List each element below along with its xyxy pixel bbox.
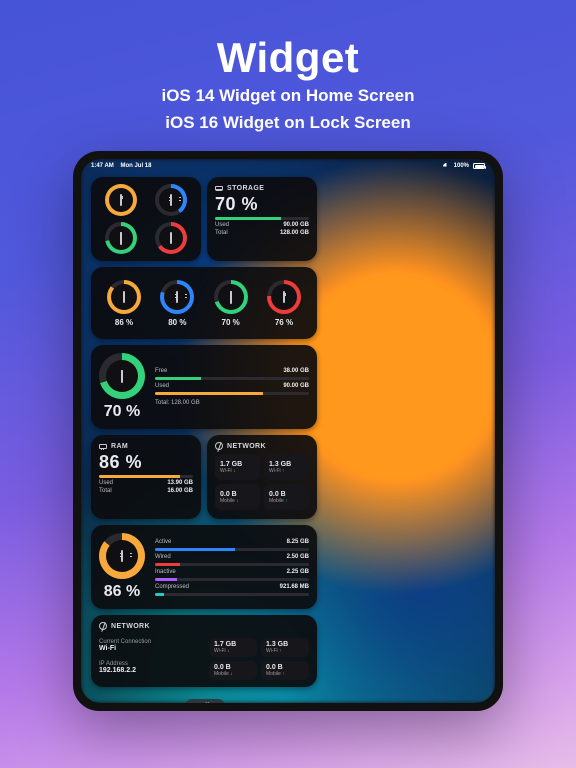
net-cell-wi-fi-up: 1.3 GBWi-Fi ↑ [264, 454, 309, 480]
cpu-label: 80 % [168, 318, 186, 327]
widget-title: RAM [111, 443, 128, 450]
cpu-col: 80 % [160, 280, 194, 327]
battery-col: 76 % [267, 280, 301, 327]
used-label: Used [99, 480, 113, 486]
net-cell-mobile-up: 0.0 BMobile ↑ [264, 484, 309, 510]
ram-pct: 86 % [99, 452, 193, 473]
status-left: 1:47 AM Mon Jul 18 [91, 163, 151, 169]
cpu-ring [160, 280, 194, 314]
widget-rings-2x2[interactable] [91, 177, 201, 261]
globe-icon [215, 442, 223, 450]
storage-row-free: Free38.00 GB [155, 368, 309, 380]
status-time: 1:47 AM [91, 163, 114, 169]
storage-ring [99, 353, 145, 399]
status-battery-pct: 100% [454, 163, 469, 169]
ram-label: 86 % [115, 318, 133, 327]
globe-icon [99, 622, 107, 630]
battery-ring [267, 280, 301, 314]
storage-col: 70 % [214, 280, 248, 327]
ram-icon [99, 442, 107, 450]
storage-label: 70 % [222, 318, 240, 327]
status-right: 100% [443, 163, 485, 170]
storage-ring [105, 222, 137, 254]
widget-network-wide[interactable]: NETWORK Current ConnectionWi-Fi IP Addre… [91, 615, 317, 687]
disk-icon [215, 184, 223, 192]
widget-title: STORAGE [227, 185, 264, 192]
conn-val: Wi-Fi [99, 645, 199, 652]
storage-pct: 70 % [215, 194, 309, 215]
arrow-down-icon: ↓ [230, 671, 233, 677]
ip-val: 192.168.2.2 [99, 667, 199, 674]
net-cell-mobile-up: 0.0 BMobile ↑ [261, 661, 309, 680]
widget-title: NETWORK [227, 443, 266, 450]
edit-button[interactable]: Edit [185, 699, 225, 703]
storage-total: Total: 128.00 GB [155, 400, 309, 406]
network-info: Current ConnectionWi-Fi IP Address192.16… [99, 634, 199, 678]
status-bar: 1:47 AM Mon Jul 18 100% [81, 159, 495, 173]
widget-network-small[interactable]: NETWORK 1.7 GBWi-Fi ↓1.3 GBWi-Fi ↑0.0 BM… [207, 435, 317, 519]
ram-row-compressed: Compressed921.68 MB [155, 584, 309, 596]
arrow-down-icon: ↓ [236, 498, 239, 504]
ram-row-active: Active8.25 GB [155, 539, 309, 551]
ram-ring [155, 222, 187, 254]
arrow-up-icon: ↑ [285, 498, 288, 504]
battery-ring [105, 184, 137, 216]
battery-icon [473, 163, 485, 169]
storage-bar [215, 217, 309, 220]
cpu-ring [155, 184, 187, 216]
arrow-up-icon: ↑ [279, 648, 282, 654]
widget-title: NETWORK [111, 623, 150, 630]
total-label: Total [99, 488, 112, 494]
ram-ring [107, 280, 141, 314]
battery-label: 76 % [275, 318, 293, 327]
marketing-hero: Widget iOS 14 Widget on Home Screen iOS … [161, 0, 414, 151]
storage-ring [214, 280, 248, 314]
widget-storage-small[interactable]: STORAGE 70 % Used 90.00 GB Total 128.00 GB [207, 177, 317, 261]
widget-storage-wide[interactable]: 70 % Free38.00 GB Used90.00 GB Total: 128.… [91, 345, 317, 429]
ipad-screen: 1:47 AM Mon Jul 18 100% STORAGE 70 % Use… [81, 159, 495, 703]
hero-line-1: iOS 14 Widget on Home Screen [161, 84, 414, 109]
net-cell-mobile-down: 0.0 BMobile ↓ [215, 484, 260, 510]
widget-four-rings[interactable]: 86 % 80 % 70 % 76 % [91, 267, 317, 339]
net-cell-wi-fi-down: 1.7 GBWi-Fi ↓ [209, 638, 257, 657]
ipad-frame: 1:47 AM Mon Jul 18 100% STORAGE 70 % Use… [73, 151, 503, 711]
arrow-up-icon: ↑ [282, 671, 285, 677]
ram-row-inactive: Inactive2.25 GB [155, 569, 309, 581]
widget-ram-small[interactable]: RAM 86 % Used 13.90 GB Total 16.00 GB [91, 435, 201, 519]
ram-ring [99, 533, 145, 579]
net-cell-mobile-down: 0.0 BMobile ↓ [209, 661, 257, 680]
arrow-down-icon: ↓ [233, 468, 236, 474]
ram-row-wired: Wired2.50 GB [155, 554, 309, 566]
net-cell-wi-fi-down: 1.7 GBWi-Fi ↓ [215, 454, 260, 480]
arrow-down-icon: ↓ [227, 648, 230, 654]
used-val: 90.00 GB [283, 222, 309, 228]
hero-line-2: iOS 16 Widget on Lock Screen [161, 111, 414, 136]
total-val: 16.00 GB [167, 488, 193, 494]
storage-row-used: Used90.00 GB [155, 383, 309, 395]
wifi-icon [441, 161, 451, 171]
used-label: Used [215, 222, 229, 228]
ram-bar [99, 475, 193, 478]
used-val: 13.90 GB [167, 480, 193, 486]
status-date: Mon Jul 18 [120, 163, 151, 169]
ram-col: 86 % [107, 280, 141, 327]
hero-title: Widget [161, 34, 414, 82]
total-label: Total [215, 230, 228, 236]
arrow-up-icon: ↑ [282, 468, 285, 474]
storage-wide-pct: 70 % [104, 403, 140, 421]
ram-wide-pct: 86 % [104, 583, 140, 601]
widget-ram-wide[interactable]: 86 % Active8.25 GB Wired2.50 GB Inactive2.… [91, 525, 317, 609]
total-val: 128.00 GB [280, 230, 309, 236]
widget-grid: STORAGE 70 % Used90.00 GB Total128.00 GB… [91, 177, 319, 703]
net-cell-wi-fi-up: 1.3 GBWi-Fi ↑ [261, 638, 309, 657]
